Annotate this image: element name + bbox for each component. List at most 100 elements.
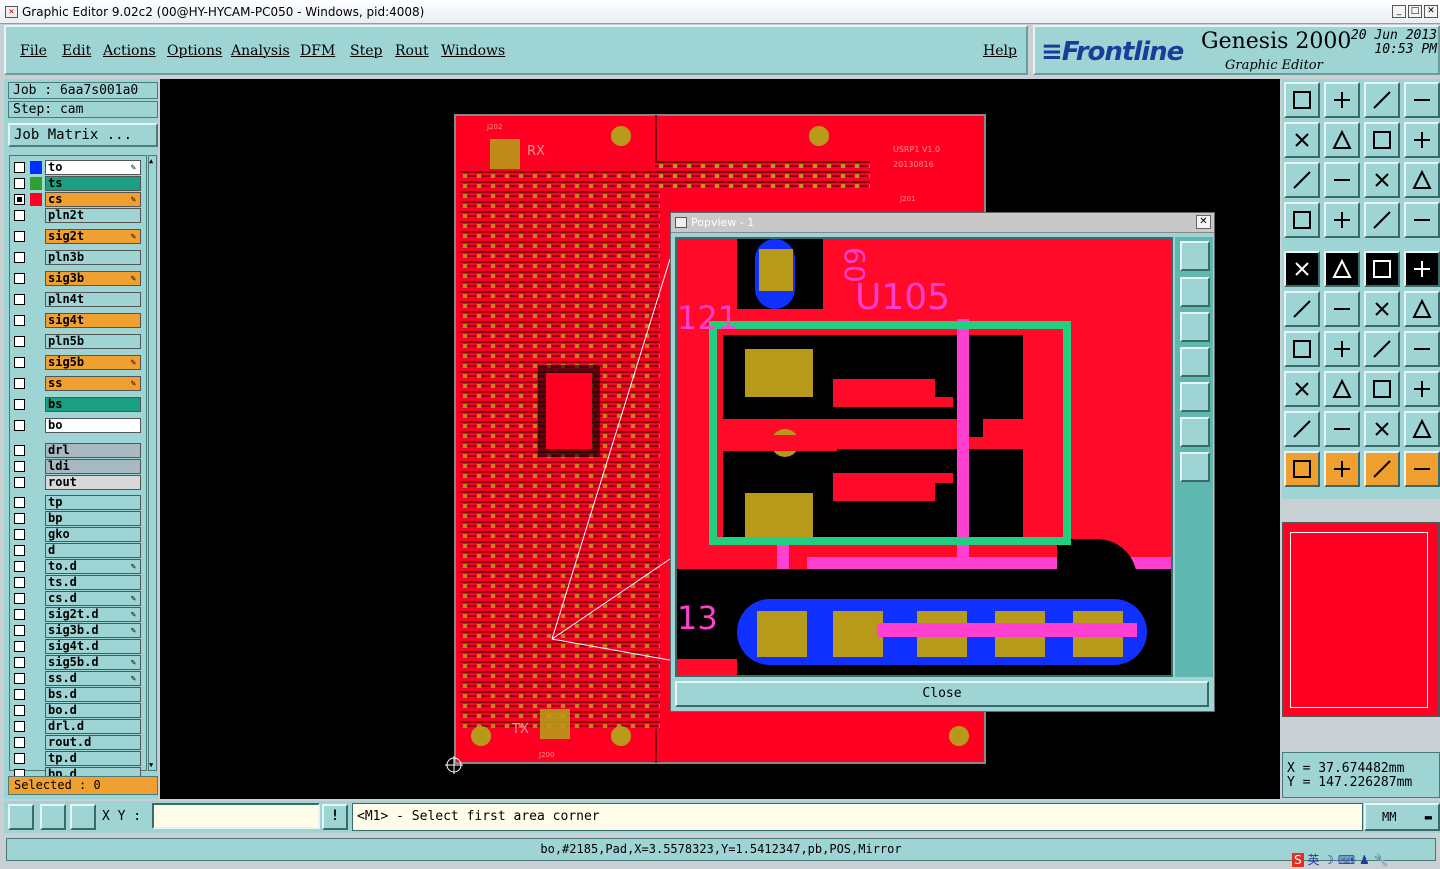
layer-checkbox[interactable] <box>14 625 25 636</box>
layer-name[interactable]: cs.d ✎ <box>45 591 141 606</box>
select-feature-icon[interactable] <box>1364 451 1400 487</box>
grid-icon[interactable] <box>70 804 96 830</box>
popview-window[interactable]: Popview - 1 ✕ U105 121 13 60 Close <box>670 212 1215 712</box>
layer-name[interactable]: sig3b.d ✎ <box>45 623 141 638</box>
add-pad-icon[interactable] <box>1284 251 1320 287</box>
layer-name[interactable]: sig4t.d <box>45 639 141 654</box>
layer-name[interactable]: drl.d <box>45 719 141 734</box>
alert-icon[interactable]: ! <box>322 804 348 830</box>
drill-icon[interactable] <box>1284 371 1320 407</box>
layer-name[interactable]: sig5b ✎ <box>45 355 141 370</box>
layer-name[interactable]: bs.d <box>45 687 141 702</box>
layer-checkbox[interactable] <box>14 593 25 604</box>
node-icon[interactable] <box>1284 291 1320 327</box>
layer-name[interactable]: tp.d <box>45 751 141 766</box>
layer-name[interactable]: ldi <box>45 459 141 474</box>
minimize-button[interactable]: _ <box>1392 5 1406 18</box>
layer-checkbox[interactable] <box>14 420 25 431</box>
ime-icon[interactable]: S <box>1292 853 1304 867</box>
layer-name[interactable]: ss.d ✎ <box>45 671 141 686</box>
menu-step[interactable]: Step <box>350 43 382 59</box>
layer-checkbox[interactable] <box>14 294 25 305</box>
layer-name[interactable]: bo.d <box>45 703 141 718</box>
layer-checkbox[interactable] <box>14 657 25 668</box>
select-icon[interactable] <box>1284 451 1320 487</box>
popview-pan-right-icon[interactable] <box>1180 382 1210 412</box>
layer-name[interactable]: tp <box>45 495 141 510</box>
layer-name[interactable]: bp <box>45 511 141 526</box>
layer-checkbox[interactable] <box>14 689 25 700</box>
pan-icon[interactable] <box>1324 162 1360 198</box>
maximize-button[interactable]: □ <box>1408 5 1422 18</box>
layer-name[interactable]: ss ✎ <box>45 376 141 391</box>
home-icon[interactable] <box>1364 82 1400 118</box>
layer-name[interactable]: sig5b.d ✎ <box>45 655 141 670</box>
grid-tool-icon[interactable] <box>1324 202 1360 238</box>
ime-mode[interactable]: 英 <box>1307 853 1319 867</box>
popview-zoom-home-icon[interactable] <box>1180 241 1210 271</box>
layer-checkbox[interactable] <box>14 705 25 716</box>
arch-icon[interactable] <box>1364 411 1400 447</box>
open-job-icon[interactable] <box>1284 82 1320 118</box>
layer-checkbox[interactable] <box>14 162 25 173</box>
scroll-down-icon[interactable]: ▼ <box>149 760 156 770</box>
layer-checkbox[interactable] <box>14 545 25 556</box>
redo-icon[interactable] <box>1404 122 1440 158</box>
connect-icon[interactable] <box>1364 291 1400 327</box>
layer-checkbox[interactable] <box>14 336 25 347</box>
draw-line-icon[interactable] <box>1324 251 1360 287</box>
menu-help[interactable]: Help <box>983 43 1017 59</box>
menu-actions[interactable]: Actions <box>103 43 156 59</box>
layer-checkbox[interactable] <box>14 357 25 368</box>
layer-list-scrollbar[interactable]: ▲ ▼ <box>148 155 157 771</box>
layer-checkbox[interactable] <box>14 513 25 524</box>
select-alt-icon[interactable] <box>1324 451 1360 487</box>
layer-name[interactable]: d <box>45 543 141 558</box>
layer-name[interactable]: rout.d <box>45 735 141 750</box>
layer-checkbox[interactable] <box>14 561 25 572</box>
overview-minimap[interactable] <box>1282 522 1440 717</box>
layer-name[interactable]: ts.d <box>45 575 141 590</box>
layer-checkbox[interactable] <box>14 737 25 748</box>
popview-pan-left-icon[interactable] <box>1180 347 1210 377</box>
scale-1-2-icon[interactable] <box>1364 162 1400 198</box>
layout-icon[interactable] <box>1404 82 1440 118</box>
menu-file[interactable]: File <box>20 43 47 59</box>
triangle-icon[interactable] <box>1284 411 1320 447</box>
filter-icon[interactable] <box>1404 202 1440 238</box>
layer-name[interactable]: pln4t <box>45 292 141 307</box>
line-tool-icon[interactable] <box>1324 371 1360 407</box>
snap-tool-icon[interactable] <box>1404 371 1440 407</box>
popview-zoom-out-icon[interactable] <box>1180 452 1210 482</box>
menu-windows[interactable]: Windows <box>441 43 505 59</box>
layer-checkbox[interactable] <box>14 178 25 189</box>
layer-color-swatch[interactable] <box>30 193 42 206</box>
point-icon[interactable] <box>1404 251 1440 287</box>
layer-checkbox[interactable] <box>14 529 25 540</box>
dimension-icon[interactable] <box>1364 371 1400 407</box>
scroll-up-icon[interactable]: ▲ <box>149 156 156 166</box>
layer-name[interactable]: drl <box>45 443 141 458</box>
zoom-fit-icon[interactable] <box>1284 162 1320 198</box>
layer-name[interactable]: cs ✎ <box>45 192 141 207</box>
layer-checkbox[interactable] <box>14 194 25 205</box>
text-f-icon[interactable] <box>1404 331 1440 367</box>
arch-alt-icon[interactable] <box>1404 411 1440 447</box>
layer-name[interactable]: gko <box>45 527 141 542</box>
layer-checkbox[interactable] <box>14 721 25 732</box>
measure-tool-icon[interactable] <box>1284 202 1320 238</box>
layer-name[interactable]: pln2t <box>45 208 141 223</box>
menu-analysis[interactable]: Analysis <box>231 43 290 59</box>
units-select[interactable]: MM ▬ <box>1364 803 1440 831</box>
popview-pan-down-icon[interactable] <box>1180 312 1210 342</box>
menu-options[interactable]: Options <box>167 43 222 59</box>
layer-checkbox[interactable] <box>14 753 25 764</box>
layer-checkbox[interactable] <box>14 641 25 652</box>
layer-checkbox[interactable] <box>14 399 25 410</box>
layer-config-icon[interactable] <box>1364 202 1400 238</box>
layer-checkbox[interactable] <box>14 252 25 263</box>
edit-line-icon[interactable] <box>1284 331 1320 367</box>
xy-input[interactable] <box>152 803 320 829</box>
layer-name[interactable]: rout <box>45 475 141 490</box>
menu-edit[interactable]: Edit <box>62 43 91 59</box>
